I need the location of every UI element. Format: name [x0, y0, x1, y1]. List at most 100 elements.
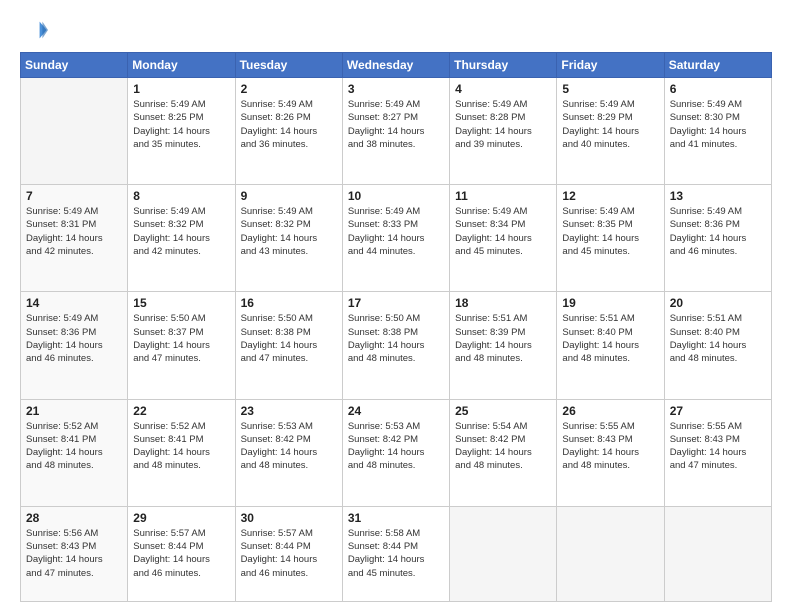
day-info: Sunrise: 5:51 AM Sunset: 8:40 PM Dayligh…	[562, 312, 658, 365]
calendar-cell: 13Sunrise: 5:49 AM Sunset: 8:36 PM Dayli…	[664, 185, 771, 292]
header	[20, 16, 772, 44]
day-info: Sunrise: 5:55 AM Sunset: 8:43 PM Dayligh…	[670, 420, 766, 473]
day-number: 19	[562, 296, 658, 310]
calendar-cell: 14 Sunrise: 5:49 AM Sunset: 8:36 PM Dayli…	[21, 292, 128, 399]
day-info: Sunrise: 5:49 AM Sunset: 8:36 PM Dayligh…	[670, 205, 766, 258]
day-number: 20	[670, 296, 766, 310]
calendar-cell: 1 Sunrise: 5:49 AM Sunset: 8:25 PM Daylig…	[128, 78, 235, 185]
page: SundayMondayTuesdayWednesdayThursdayFrid…	[0, 0, 792, 612]
weekday-header-wednesday: Wednesday	[342, 53, 449, 78]
day-number: 12	[562, 189, 658, 203]
calendar-cell: 10 Sunrise: 5:49 AM Sunset: 8:33 PM Dayli…	[342, 185, 449, 292]
day-number: 6	[670, 82, 766, 96]
weekday-header-friday: Friday	[557, 53, 664, 78]
day-number: 18	[455, 296, 551, 310]
calendar-cell: 30 Sunrise: 5:57 AM Sunset: 8:44 PM Dayli…	[235, 506, 342, 601]
calendar-cell: 27 Sunrise: 5:55 AM Sunset: 8:43 PM Dayli…	[664, 399, 771, 506]
calendar-cell: 6 Sunrise: 5:49 AM Sunset: 8:30 PM Daylig…	[664, 78, 771, 185]
logo-icon	[20, 16, 48, 44]
weekday-header-tuesday: Tuesday	[235, 53, 342, 78]
day-info: Sunrise: 5:51 AM Sunset: 8:39 PM Dayligh…	[455, 312, 551, 365]
calendar-week-0: 1 Sunrise: 5:49 AM Sunset: 8:25 PM Daylig…	[21, 78, 772, 185]
calendar-cell: 7 Sunrise: 5:49 AM Sunset: 8:31 PM Daylig…	[21, 185, 128, 292]
day-info: Sunrise: 5:49 AM Sunset: 8:28 PM Dayligh…	[455, 98, 551, 151]
day-number: 1	[133, 82, 229, 96]
calendar-body: 1 Sunrise: 5:49 AM Sunset: 8:25 PM Daylig…	[21, 78, 772, 602]
calendar-cell: 26Sunrise: 5:55 AM Sunset: 8:43 PM Dayli…	[557, 399, 664, 506]
calendar-header: SundayMondayTuesdayWednesdayThursdayFrid…	[21, 53, 772, 78]
day-number: 16	[241, 296, 337, 310]
day-info: Sunrise: 5:49 AM Sunset: 8:29 PM Dayligh…	[562, 98, 658, 151]
day-number: 7	[26, 189, 122, 203]
day-info: Sunrise: 5:49 AM Sunset: 8:34 PM Dayligh…	[455, 205, 551, 258]
calendar-week-1: 7 Sunrise: 5:49 AM Sunset: 8:31 PM Daylig…	[21, 185, 772, 292]
day-number: 5	[562, 82, 658, 96]
day-number: 14	[26, 296, 122, 310]
calendar-cell: 4 Sunrise: 5:49 AM Sunset: 8:28 PM Daylig…	[450, 78, 557, 185]
calendar-cell	[450, 506, 557, 601]
day-info: Sunrise: 5:50 AM Sunset: 8:38 PM Dayligh…	[241, 312, 337, 365]
day-number: 25	[455, 404, 551, 418]
calendar-cell: 31 Sunrise: 5:58 AM Sunset: 8:44 PM Dayli…	[342, 506, 449, 601]
weekday-header-row: SundayMondayTuesdayWednesdayThursdayFrid…	[21, 53, 772, 78]
day-info: Sunrise: 5:57 AM Sunset: 8:44 PM Dayligh…	[133, 527, 229, 580]
calendar-cell: 18 Sunrise: 5:51 AM Sunset: 8:39 PM Dayli…	[450, 292, 557, 399]
day-number: 10	[348, 189, 444, 203]
day-info: Sunrise: 5:53 AM Sunset: 8:42 PM Dayligh…	[348, 420, 444, 473]
day-number: 11	[455, 189, 551, 203]
day-number: 17	[348, 296, 444, 310]
day-number: 4	[455, 82, 551, 96]
day-number: 28	[26, 511, 122, 525]
calendar-cell: 25Sunrise: 5:54 AM Sunset: 8:42 PM Dayli…	[450, 399, 557, 506]
calendar-cell: 19 Sunrise: 5:51 AM Sunset: 8:40 PM Dayli…	[557, 292, 664, 399]
day-info: Sunrise: 5:58 AM Sunset: 8:44 PM Dayligh…	[348, 527, 444, 580]
day-info: Sunrise: 5:49 AM Sunset: 8:33 PM Dayligh…	[348, 205, 444, 258]
calendar-cell: 17Sunrise: 5:50 AM Sunset: 8:38 PM Dayli…	[342, 292, 449, 399]
day-info: Sunrise: 5:51 AM Sunset: 8:40 PM Dayligh…	[670, 312, 766, 365]
calendar-cell: 12 Sunrise: 5:49 AM Sunset: 8:35 PM Dayli…	[557, 185, 664, 292]
day-info: Sunrise: 5:49 AM Sunset: 8:27 PM Dayligh…	[348, 98, 444, 151]
day-number: 21	[26, 404, 122, 418]
day-info: Sunrise: 5:53 AM Sunset: 8:42 PM Dayligh…	[241, 420, 337, 473]
calendar-cell: 16 Sunrise: 5:50 AM Sunset: 8:38 PM Dayli…	[235, 292, 342, 399]
calendar-cell: 28 Sunrise: 5:56 AM Sunset: 8:43 PM Dayli…	[21, 506, 128, 601]
day-number: 29	[133, 511, 229, 525]
weekday-header-thursday: Thursday	[450, 53, 557, 78]
day-info: Sunrise: 5:49 AM Sunset: 8:32 PM Dayligh…	[241, 205, 337, 258]
calendar-cell	[664, 506, 771, 601]
day-info: Sunrise: 5:52 AM Sunset: 8:41 PM Dayligh…	[133, 420, 229, 473]
calendar-table: SundayMondayTuesdayWednesdayThursdayFrid…	[20, 52, 772, 602]
day-number: 30	[241, 511, 337, 525]
calendar-cell: 11 Sunrise: 5:49 AM Sunset: 8:34 PM Dayli…	[450, 185, 557, 292]
day-number: 27	[670, 404, 766, 418]
calendar-cell: 20 Sunrise: 5:51 AM Sunset: 8:40 PM Dayli…	[664, 292, 771, 399]
calendar-cell: 21 Sunrise: 5:52 AM Sunset: 8:41 PM Dayli…	[21, 399, 128, 506]
calendar-cell: 2 Sunrise: 5:49 AM Sunset: 8:26 PM Daylig…	[235, 78, 342, 185]
calendar-cell: 9Sunrise: 5:49 AM Sunset: 8:32 PM Daylig…	[235, 185, 342, 292]
day-info: Sunrise: 5:52 AM Sunset: 8:41 PM Dayligh…	[26, 420, 122, 473]
day-info: Sunrise: 5:49 AM Sunset: 8:31 PM Dayligh…	[26, 205, 122, 258]
calendar-cell: 3Sunrise: 5:49 AM Sunset: 8:27 PM Daylig…	[342, 78, 449, 185]
calendar-week-4: 28 Sunrise: 5:56 AM Sunset: 8:43 PM Dayli…	[21, 506, 772, 601]
day-info: Sunrise: 5:49 AM Sunset: 8:25 PM Dayligh…	[133, 98, 229, 151]
calendar-cell: 22 Sunrise: 5:52 AM Sunset: 8:41 PM Dayli…	[128, 399, 235, 506]
weekday-header-sunday: Sunday	[21, 53, 128, 78]
day-number: 24	[348, 404, 444, 418]
weekday-header-saturday: Saturday	[664, 53, 771, 78]
day-number: 15	[133, 296, 229, 310]
calendar-cell: 8Sunrise: 5:49 AM Sunset: 8:32 PM Daylig…	[128, 185, 235, 292]
day-info: Sunrise: 5:55 AM Sunset: 8:43 PM Dayligh…	[562, 420, 658, 473]
calendar-cell: 29 Sunrise: 5:57 AM Sunset: 8:44 PM Dayli…	[128, 506, 235, 601]
day-info: Sunrise: 5:49 AM Sunset: 8:26 PM Dayligh…	[241, 98, 337, 151]
day-info: Sunrise: 5:49 AM Sunset: 8:30 PM Dayligh…	[670, 98, 766, 151]
calendar-cell: 24 Sunrise: 5:53 AM Sunset: 8:42 PM Dayli…	[342, 399, 449, 506]
day-number: 31	[348, 511, 444, 525]
day-info: Sunrise: 5:57 AM Sunset: 8:44 PM Dayligh…	[241, 527, 337, 580]
calendar-cell	[21, 78, 128, 185]
day-info: Sunrise: 5:49 AM Sunset: 8:35 PM Dayligh…	[562, 205, 658, 258]
day-info: Sunrise: 5:56 AM Sunset: 8:43 PM Dayligh…	[26, 527, 122, 580]
day-number: 2	[241, 82, 337, 96]
day-info: Sunrise: 5:49 AM Sunset: 8:36 PM Dayligh…	[26, 312, 122, 365]
day-number: 22	[133, 404, 229, 418]
weekday-header-monday: Monday	[128, 53, 235, 78]
